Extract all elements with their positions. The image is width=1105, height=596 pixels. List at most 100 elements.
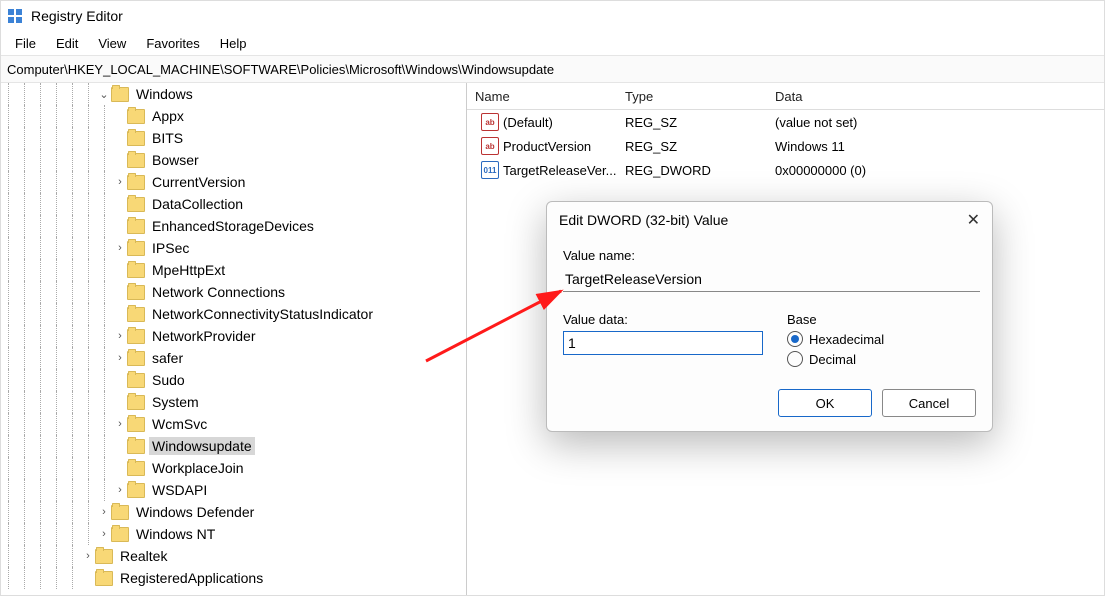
tree-node-label: Bowser xyxy=(149,151,202,169)
tree-pane[interactable]: Windows Appx BITS Bowser CurrentVersion DataC… xyxy=(1,83,467,596)
chevron-right-icon[interactable] xyxy=(113,242,127,254)
tree-node-label: CurrentVersion xyxy=(149,173,248,191)
tree-node-label: EnhancedStorageDevices xyxy=(149,217,317,235)
folder-icon xyxy=(127,329,145,344)
tree-node[interactable]: Realtek xyxy=(1,545,466,567)
tree-node[interactable]: Windows NT xyxy=(1,523,466,545)
folder-icon xyxy=(127,483,145,498)
folder-icon xyxy=(95,571,113,586)
tree-node[interactable]: Appx xyxy=(1,105,466,127)
tree-node[interactable]: BITS xyxy=(1,127,466,149)
tree-node-label: NetworkConnectivityStatusIndicator xyxy=(149,305,376,323)
value-name-field[interactable] xyxy=(563,267,980,292)
tree-node[interactable]: System xyxy=(1,391,466,413)
chevron-down-icon[interactable] xyxy=(97,88,111,101)
titlebar: Registry Editor xyxy=(1,1,1104,31)
value-row[interactable]: abProductVersionREG_SZWindows 11 xyxy=(467,134,1104,158)
tree-node-label: Windows Defender xyxy=(133,503,257,521)
tree-node[interactable]: Bowser xyxy=(1,149,466,171)
tree-node[interactable]: Sudo xyxy=(1,369,466,391)
window-title: Registry Editor xyxy=(31,8,123,24)
radio-dec[interactable] xyxy=(787,351,803,367)
chevron-right-icon[interactable] xyxy=(97,506,111,518)
tree-node[interactable]: IPSec xyxy=(1,237,466,259)
menu-favorites[interactable]: Favorites xyxy=(138,34,207,53)
menu-edit[interactable]: Edit xyxy=(48,34,86,53)
tree-node[interactable]: CurrentVersion xyxy=(1,171,466,193)
chevron-right-icon[interactable] xyxy=(97,528,111,540)
tree-node[interactable]: MpeHttpExt xyxy=(1,259,466,281)
folder-icon xyxy=(127,197,145,212)
folder-icon xyxy=(127,439,145,454)
chevron-right-icon[interactable] xyxy=(113,176,127,188)
folder-icon xyxy=(127,461,145,476)
tree-node-label: Sudo xyxy=(149,371,188,389)
edit-dword-dialog: Edit DWORD (32-bit) Value ✕ Value name: … xyxy=(546,201,993,432)
tree-node[interactable]: NetworkProvider xyxy=(1,325,466,347)
close-icon[interactable]: ✕ xyxy=(967,210,980,230)
folder-icon xyxy=(127,373,145,388)
radio-dec-row[interactable]: Decimal xyxy=(787,351,976,367)
tree-node[interactable]: WSDAPI xyxy=(1,479,466,501)
cancel-button[interactable]: Cancel xyxy=(882,389,976,417)
tree-node-label: Realtek xyxy=(117,547,170,565)
folder-icon xyxy=(127,175,145,190)
header-data[interactable]: Data xyxy=(775,89,1104,104)
folder-icon xyxy=(111,527,129,542)
menu-file[interactable]: File xyxy=(7,34,44,53)
radio-hex[interactable] xyxy=(787,331,803,347)
chevron-right-icon[interactable] xyxy=(113,330,127,342)
folder-icon xyxy=(127,131,145,146)
tree-node[interactable]: safer xyxy=(1,347,466,369)
tree-node[interactable]: WcmSvc xyxy=(1,413,466,435)
tree-node[interactable]: Windowsupdate xyxy=(1,435,466,457)
ok-button[interactable]: OK xyxy=(778,389,872,417)
value-data: Windows 11 xyxy=(775,139,1104,154)
folder-icon xyxy=(111,505,129,520)
value-data: 0x00000000 (0) xyxy=(775,163,1104,178)
tree-node-label: Network Connections xyxy=(149,283,288,301)
folder-icon xyxy=(127,351,145,366)
tree-node[interactable]: Windows Defender xyxy=(1,501,466,523)
dialog-titlebar: Edit DWORD (32-bit) Value ✕ xyxy=(547,202,992,238)
radio-hex-row[interactable]: Hexadecimal xyxy=(787,331,976,347)
dialog-title: Edit DWORD (32-bit) Value xyxy=(559,212,728,228)
string-icon: ab xyxy=(481,137,499,155)
tree-node[interactable]: DataCollection xyxy=(1,193,466,215)
value-data-label: Value data: xyxy=(563,312,763,327)
value-data-field[interactable] xyxy=(563,331,763,355)
chevron-right-icon[interactable] xyxy=(113,484,127,496)
header-name[interactable]: Name xyxy=(467,89,625,104)
address-bar[interactable]: Computer\HKEY_LOCAL_MACHINE\SOFTWARE\Pol… xyxy=(1,55,1104,83)
tree-node-label: RegisteredApplications xyxy=(117,569,266,587)
value-type: REG_DWORD xyxy=(625,163,775,178)
menu-help[interactable]: Help xyxy=(212,34,255,53)
value-data: (value not set) xyxy=(775,115,1104,130)
tree-node-label: WcmSvc xyxy=(149,415,210,433)
menu-view[interactable]: View xyxy=(90,34,134,53)
tree-node[interactable]: RegisteredApplications xyxy=(1,567,466,589)
chevron-right-icon[interactable] xyxy=(81,550,95,562)
menubar: File Edit View Favorites Help xyxy=(1,31,1104,55)
tree-node[interactable]: NetworkConnectivityStatusIndicator xyxy=(1,303,466,325)
tree-node-label: safer xyxy=(149,349,186,367)
header-type[interactable]: Type xyxy=(625,89,775,104)
tree-node[interactable]: WorkplaceJoin xyxy=(1,457,466,479)
tree-node-label: Windows xyxy=(133,85,196,103)
list-header: Name Type Data xyxy=(467,83,1104,110)
folder-icon xyxy=(127,307,145,322)
tree-node[interactable]: EnhancedStorageDevices xyxy=(1,215,466,237)
tree-node[interactable]: Network Connections xyxy=(1,281,466,303)
chevron-right-icon[interactable] xyxy=(113,352,127,364)
tree-node[interactable]: Windows xyxy=(1,83,466,105)
folder-icon xyxy=(95,549,113,564)
folder-icon xyxy=(127,395,145,410)
string-icon: ab xyxy=(481,113,499,131)
value-row[interactable]: 011TargetReleaseVer...REG_DWORD0x0000000… xyxy=(467,158,1104,182)
base-label: Base xyxy=(787,312,976,327)
chevron-right-icon[interactable] xyxy=(113,418,127,430)
app-icon xyxy=(7,8,23,24)
tree-node-label: BITS xyxy=(149,129,186,147)
tree-node-label: DataCollection xyxy=(149,195,246,213)
value-row[interactable]: ab(Default)REG_SZ(value not set) xyxy=(467,110,1104,134)
